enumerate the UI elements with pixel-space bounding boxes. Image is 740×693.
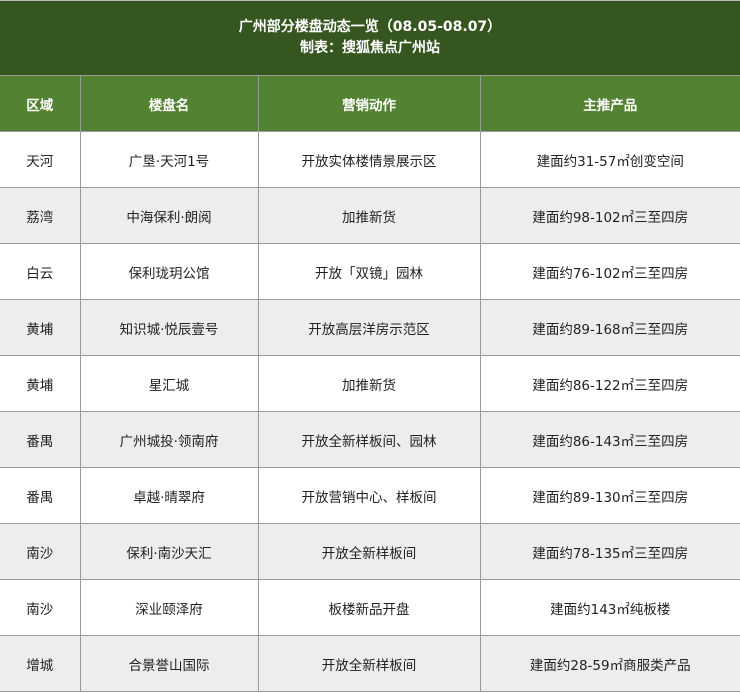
title-source: 制表：搜狐焦点广州站 [300, 40, 440, 56]
cell-marketing: 加推新货 [257, 355, 481, 412]
cell-district: 天河 [0, 131, 81, 188]
cell-marketing: 开放高层洋房示范区 [257, 299, 481, 356]
cell-marketing: 开放实体楼情景展示区 [257, 131, 481, 188]
cell-project: 知识城·悦辰壹号 [79, 299, 259, 356]
cell-product: 建面约89-130㎡三至四房 [479, 467, 740, 524]
cell-project: 保利·南沙天汇 [79, 523, 259, 580]
cell-project: 中海保利·朗阅 [79, 187, 259, 244]
cell-project: 深业颐泽府 [79, 579, 259, 636]
header-product: 主推产品 [479, 75, 740, 132]
cell-project: 保利珑玥公馆 [79, 243, 259, 300]
cell-product: 建面约86-143㎡三至四房 [479, 411, 740, 468]
cell-project: 广垦·天河1号 [79, 131, 259, 188]
cell-product: 建面约98-102㎡三至四房 [479, 187, 740, 244]
table-row: 番禺 广州城投·领南府 开放全新样板间、园林 建面约86-143㎡三至四房 [0, 411, 740, 468]
cell-marketing: 开放全新样板间 [257, 523, 481, 580]
table-row: 黄埔 星汇城 加推新货 建面约86-122㎡三至四房 [0, 355, 740, 412]
header-row: 区域 楼盘名 营销动作 主推产品 [0, 75, 740, 132]
table-row: 黄埔 知识城·悦辰壹号 开放高层洋房示范区 建面约89-168㎡三至四房 [0, 299, 740, 356]
cell-district: 白云 [0, 243, 81, 300]
cell-product: 建面约28-59㎡商服类产品 [479, 635, 740, 692]
cell-project: 合景誉山国际 [79, 635, 259, 692]
cell-project: 星汇城 [79, 355, 259, 412]
cell-district: 荔湾 [0, 187, 81, 244]
cell-product: 建面约78-135㎡三至四房 [479, 523, 740, 580]
table-row: 南沙 深业颐泽府 板楼新品开盘 建面约143㎡纯板楼 [0, 579, 740, 636]
cell-product: 建面约76-102㎡三至四房 [479, 243, 740, 300]
cell-district: 番禺 [0, 411, 81, 468]
cell-district: 南沙 [0, 523, 81, 580]
table-row: 白云 保利珑玥公馆 开放「双镜」园林 建面约76-102㎡三至四房 [0, 243, 740, 300]
cell-marketing: 开放全新样板间、园林 [257, 411, 481, 468]
cell-marketing: 开放营销中心、样板间 [257, 467, 481, 524]
table-row: 增城 合景誉山国际 开放全新样板间 建面约28-59㎡商服类产品 [0, 635, 740, 692]
table-title: 广州部分楼盘动态一览（08.05-08.07） 制表：搜狐焦点广州站 [0, 0, 740, 75]
cell-marketing: 开放全新样板间 [257, 635, 481, 692]
cell-product: 建面约89-168㎡三至四房 [479, 299, 740, 356]
cell-product: 建面约31-57㎡创变空间 [479, 131, 740, 188]
cell-marketing: 开放「双镜」园林 [257, 243, 481, 300]
cell-district: 黄埔 [0, 299, 81, 356]
cell-project: 广州城投·领南府 [79, 411, 259, 468]
table-row: 天河 广垦·天河1号 开放实体楼情景展示区 建面约31-57㎡创变空间 [0, 131, 740, 188]
table-row: 荔湾 中海保利·朗阅 加推新货 建面约98-102㎡三至四房 [0, 187, 740, 244]
cell-district: 黄埔 [0, 355, 81, 412]
table-row: 番禺 卓越·晴翠府 开放营销中心、样板间 建面约89-130㎡三至四房 [0, 467, 740, 524]
cell-district: 增城 [0, 635, 81, 692]
title-line-1: 广州部分楼盘动态一览（08.05-08.07） [238, 19, 502, 35]
cell-marketing: 加推新货 [257, 187, 481, 244]
property-table: 区域 楼盘名 营销动作 主推产品 天河 广垦·天河1号 开放实体楼情景展示区 建面约3… [0, 75, 740, 692]
header-district: 区域 [0, 75, 81, 132]
header-marketing: 营销动作 [257, 75, 481, 132]
header-project: 楼盘名 [79, 75, 259, 132]
cell-project: 卓越·晴翠府 [79, 467, 259, 524]
cell-product: 建面约143㎡纯板楼 [479, 579, 740, 636]
cell-district: 番禺 [0, 467, 81, 524]
table-row: 南沙 保利·南沙天汇 开放全新样板间 建面约78-135㎡三至四房 [0, 523, 740, 580]
cell-district: 南沙 [0, 579, 81, 636]
cell-product: 建面约86-122㎡三至四房 [479, 355, 740, 412]
cell-marketing: 板楼新品开盘 [257, 579, 481, 636]
